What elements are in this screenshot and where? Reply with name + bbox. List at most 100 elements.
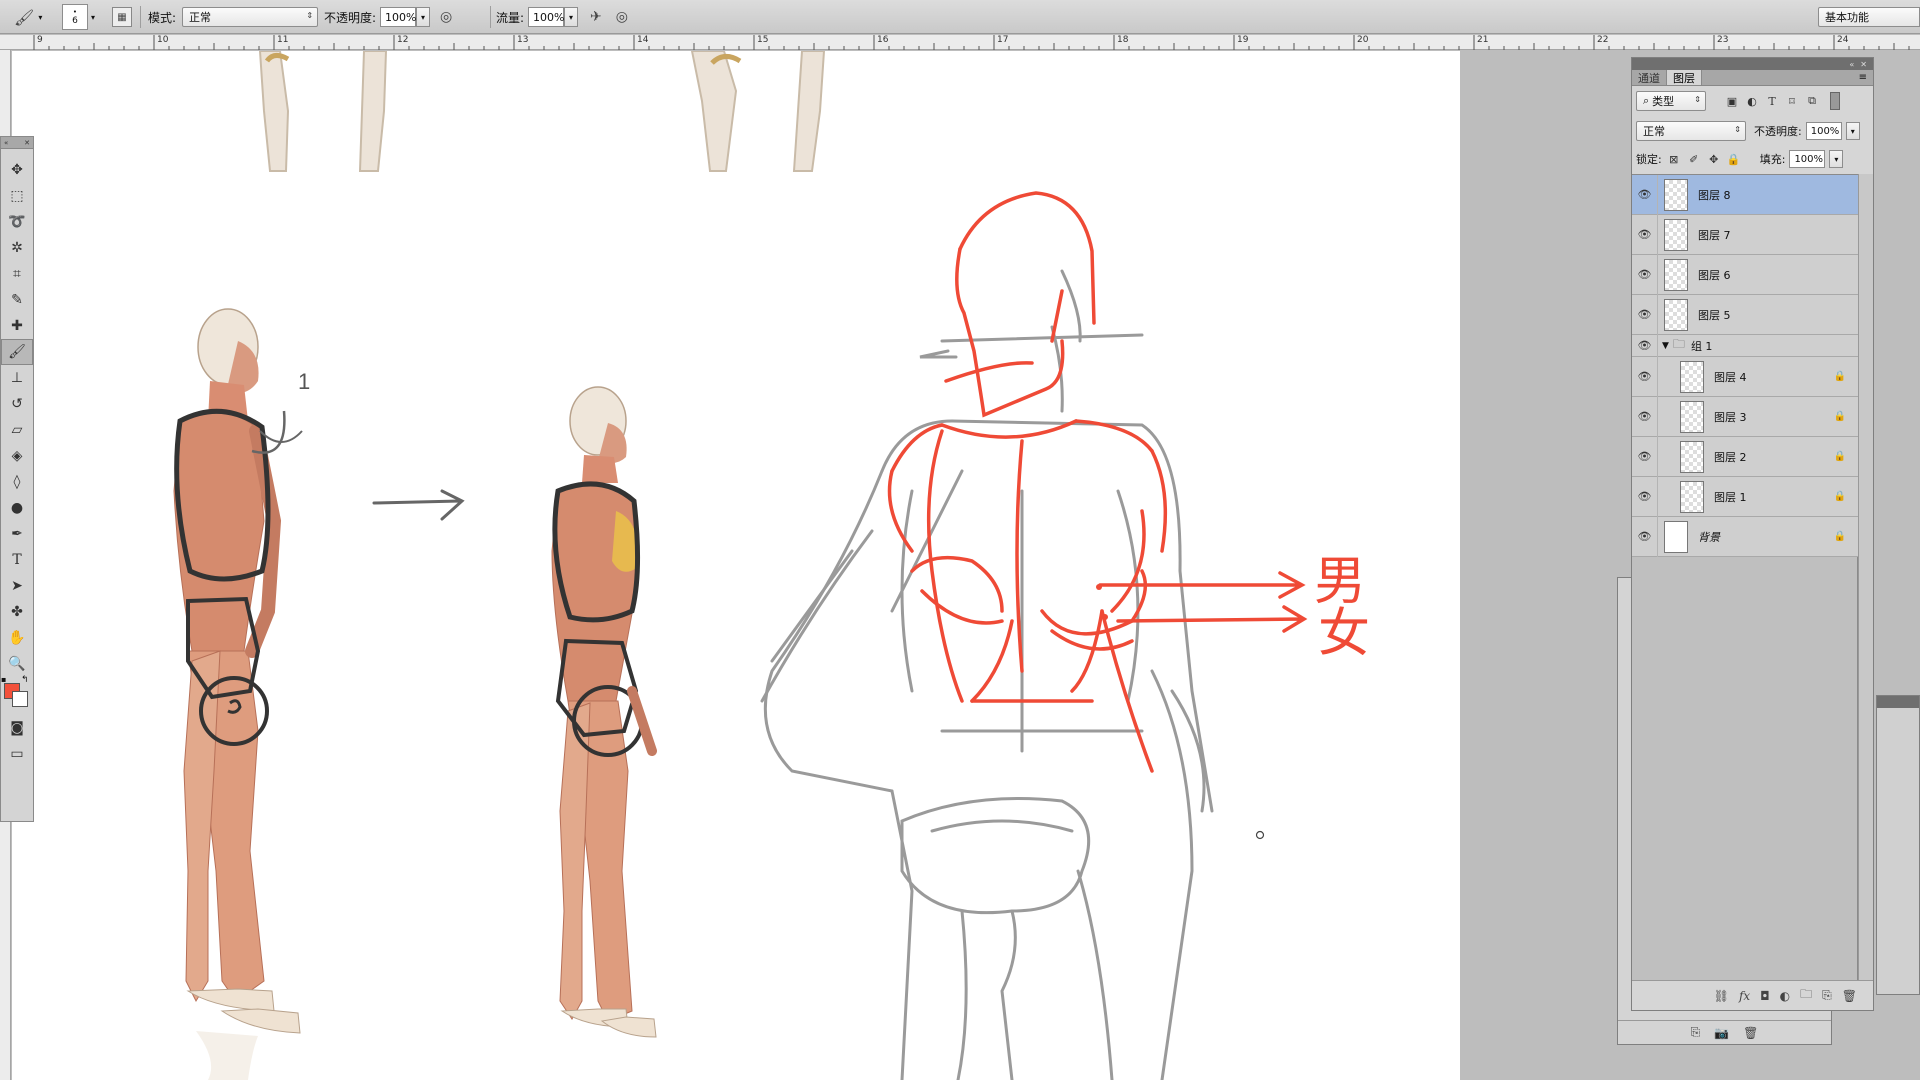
layer-row[interactable]: 👁 图层 8 — [1632, 174, 1858, 215]
eye-icon[interactable]: 👁 — [1632, 174, 1658, 215]
layer-row[interactable]: 👁 图层 5 — [1632, 294, 1858, 335]
collapse-icon[interactable]: « — [4, 139, 8, 147]
eye-icon[interactable]: 👁 — [1632, 516, 1658, 557]
lock-transparent-icon[interactable]: ⊠ — [1666, 151, 1682, 167]
eye-icon[interactable]: 👁 — [1632, 294, 1658, 335]
pressure-size-icon[interactable]: ◎ — [616, 9, 628, 25]
close-icon[interactable]: ✕ — [24, 139, 30, 147]
layer-list-scrollbar[interactable] — [1858, 174, 1873, 980]
ruler-label: 21 — [1477, 35, 1489, 45]
chevron-down-icon: ▾ — [569, 12, 574, 22]
pressure-opacity-icon[interactable]: ◎ — [440, 9, 452, 25]
pixel-filter-icon[interactable]: ▣ — [1724, 93, 1740, 109]
opacity-slider-button[interactable]: ▾ — [416, 7, 431, 27]
airbrush-icon[interactable]: ✈ — [590, 9, 602, 25]
filter-toggle-switch[interactable] — [1830, 92, 1840, 110]
disclosure-triangle-icon[interactable]: ▼ — [1662, 341, 1669, 351]
trash-icon[interactable]: 🗑 — [1743, 1026, 1758, 1040]
adjustment-filter-icon[interactable]: ◐ — [1744, 93, 1760, 109]
adjustment-layer-icon[interactable]: ◐ — [1780, 989, 1790, 1003]
eye-icon[interactable]: 👁 — [1632, 334, 1658, 357]
eye-icon[interactable]: 👁 — [1632, 436, 1658, 477]
layer-opacity-input[interactable]: 100% — [1805, 122, 1842, 140]
eye-icon[interactable]: 👁 — [1632, 254, 1658, 295]
type-filter-icon[interactable]: T — [1764, 93, 1780, 109]
lock-position-icon[interactable]: ✥ — [1706, 151, 1722, 167]
background-color-swatch[interactable] — [12, 691, 28, 707]
blend-mode-dropdown[interactable]: 正常 ⇕ — [1636, 121, 1746, 141]
layer-row[interactable]: 👁 图层 7 — [1632, 214, 1858, 255]
layer-row[interactable]: 👁 图层 1 🔒 — [1632, 476, 1858, 517]
layer-row[interactable]: 👁 图层 6 — [1632, 254, 1858, 295]
layer-row[interactable]: 👁 背景 🔒 — [1632, 516, 1858, 557]
smart-object-filter-icon[interactable]: ⧉ — [1804, 93, 1820, 109]
flow-input[interactable]: 100% — [528, 7, 565, 27]
flow-slider-button[interactable]: ▾ — [564, 7, 579, 27]
layer-row[interactable]: 👁 图层 2 🔒 — [1632, 436, 1858, 477]
brush-size-picker[interactable]: • 6 — [62, 4, 88, 30]
shape-filter-icon[interactable]: ⌑ — [1784, 93, 1800, 109]
zoom-tool[interactable]: 🔍 — [1, 651, 33, 677]
path-selection-tool[interactable]: ➤ — [1, 573, 33, 599]
lock-image-icon[interactable]: ✐ — [1686, 151, 1702, 167]
fx-icon[interactable]: fx — [1739, 989, 1750, 1003]
opacity-input[interactable]: 100% — [380, 7, 417, 27]
brush-tool-preset[interactable]: 🖌 ▾ — [14, 0, 42, 34]
ruler-label: 12 — [397, 35, 409, 45]
shape-tool[interactable]: ✤ — [1, 599, 33, 625]
eye-icon[interactable]: 👁 — [1632, 476, 1658, 517]
new-layer-icon[interactable]: ⎘ — [1822, 988, 1832, 1003]
default-colors-icon[interactable]: ▪ — [1, 675, 6, 684]
move-tool[interactable]: ✥ — [1, 157, 33, 183]
panel-menu-icon[interactable]: ≡ — [1859, 72, 1867, 83]
hand-tool[interactable]: ✋ — [1, 625, 33, 651]
clone-stamp-tool[interactable]: ⊥ — [1, 365, 33, 391]
swap-colors-icon[interactable]: ↰ — [21, 675, 29, 685]
layer-row[interactable]: 👁 图层 3 🔒 — [1632, 396, 1858, 437]
tools-panel-header[interactable]: «✕ — [1, 137, 33, 149]
layer-opacity-slider-button[interactable]: ▾ — [1845, 122, 1860, 140]
chevron-down-icon[interactable]: ▾ — [91, 13, 95, 22]
fill-slider-button[interactable]: ▾ — [1829, 150, 1844, 168]
healing-brush-tool[interactable]: ✚ — [1, 313, 33, 339]
document-canvas[interactable]: 1 男 女 — [12, 51, 1460, 1080]
layer-group-row[interactable]: 👁 ▼ 🗀 组 1 — [1632, 334, 1858, 357]
trash-icon[interactable]: 🗑 — [1842, 989, 1857, 1003]
workspace-switcher[interactable]: 基本功能 — [1818, 7, 1920, 27]
tab-channels[interactable]: 通道 — [1632, 70, 1667, 85]
quick-selection-tool[interactable]: ✲ — [1, 235, 33, 261]
add-mask-icon[interactable]: ◘ — [1760, 989, 1770, 1003]
blur-tool[interactable]: ◊ — [1, 469, 33, 495]
tab-layers[interactable]: 图层 — [1667, 70, 1702, 85]
quick-mask-button[interactable]: ◙ — [1, 715, 33, 741]
dodge-tool[interactable]: ● — [1, 495, 33, 521]
eye-icon[interactable]: 👁 — [1632, 396, 1658, 437]
pen-tool[interactable]: ✒ — [1, 521, 33, 547]
paint-bucket-tool[interactable]: ◈ — [1, 443, 33, 469]
type-tool[interactable]: T — [1, 547, 33, 573]
link-layers-icon[interactable]: ⛓ — [1714, 989, 1729, 1003]
layer-row[interactable]: 👁 图层 4 🔒 — [1632, 356, 1858, 397]
eye-icon[interactable]: 👁 — [1632, 356, 1658, 397]
brush-panel-toggle[interactable]: ▦ — [112, 0, 132, 34]
eraser-tool[interactable]: ▱ — [1, 417, 33, 443]
new-document-icon[interactable]: ⎘ — [1691, 1025, 1701, 1040]
history-brush-tool[interactable]: ↺ — [1, 391, 33, 417]
eye-icon[interactable]: 👁 — [1632, 214, 1658, 255]
filter-type-dropdown[interactable]: ⌕ 类型 ⇕ — [1636, 91, 1706, 111]
mode-dropdown[interactable]: 正常 ⇕ — [182, 7, 319, 27]
screen-mode-button[interactable]: ▭ — [1, 741, 33, 767]
lock-all-icon[interactable]: 🔒 — [1726, 151, 1742, 167]
marquee-tool[interactable]: ⬚ — [1, 183, 33, 209]
crop-tool[interactable]: ⌗ — [1, 261, 33, 287]
lasso-tool[interactable]: ➰ — [1, 209, 33, 235]
shape-icon: ✤ — [11, 604, 23, 620]
eyedropper-tool[interactable]: ✎ — [1, 287, 33, 313]
close-icon[interactable]: ✕ — [1860, 60, 1867, 69]
layer-thumbnail — [1664, 218, 1688, 251]
camera-icon[interactable]: 📷 — [1714, 1026, 1729, 1040]
new-group-icon[interactable]: 🗀 — [1800, 985, 1812, 1006]
fill-input[interactable]: 100% — [1789, 150, 1826, 168]
brush-tool[interactable]: 🖌 — [1, 339, 33, 365]
collapse-icon[interactable]: « — [1849, 60, 1854, 69]
